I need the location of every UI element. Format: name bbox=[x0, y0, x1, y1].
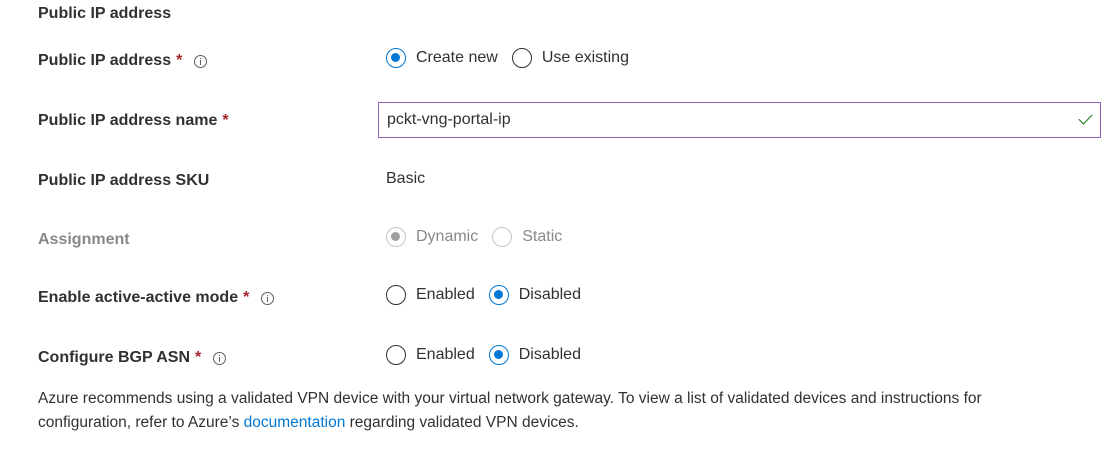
public-ip-sku-value: Basic bbox=[386, 170, 426, 187]
radio-label: Disabled bbox=[518, 286, 581, 303]
radio-static: Static bbox=[492, 227, 562, 247]
info-icon[interactable] bbox=[213, 351, 227, 365]
public-ip-sku-row: Public IP address SKU Basic bbox=[0, 168, 1104, 198]
radio-active-active-enabled[interactable]: Enabled bbox=[386, 285, 475, 305]
info-icon[interactable] bbox=[194, 54, 208, 68]
assignment-label: Assignment bbox=[38, 231, 130, 248]
radio-label: Static bbox=[522, 228, 563, 245]
required-mark: * bbox=[195, 349, 202, 366]
radio-selected-icon bbox=[386, 48, 406, 68]
active-active-radio-group: Enabled Disabled bbox=[386, 285, 595, 305]
assignment-row: Assignment Dynamic Static bbox=[0, 227, 1104, 257]
radio-unselected-icon bbox=[511, 48, 532, 68]
public-ip-label-wrap: Public IP address * bbox=[38, 52, 208, 70]
required-mark: * bbox=[176, 52, 183, 69]
valid-check-icon bbox=[1078, 110, 1093, 125]
active-active-row: Enable active-active mode * Enabled Disa… bbox=[0, 285, 1104, 315]
radio-unselected-icon bbox=[386, 285, 406, 305]
required-mark: * bbox=[222, 112, 229, 129]
public-ip-label: Public IP address bbox=[38, 52, 172, 69]
public-ip-row: Public IP address * Create new Use exist… bbox=[0, 48, 1104, 78]
radio-create-new[interactable]: Create new bbox=[386, 48, 498, 68]
public-ip-name-label-wrap: Public IP address name * bbox=[38, 112, 229, 130]
radio-selected-icon bbox=[386, 227, 406, 247]
vpn-device-note: Azure recommends using a validated VPN d… bbox=[38, 387, 1078, 435]
radio-unselected-icon bbox=[492, 227, 513, 247]
public-ip-name-label: Public IP address name bbox=[38, 112, 218, 129]
assignment-radio-group: Dynamic Static bbox=[386, 227, 576, 247]
radio-use-existing[interactable]: Use existing bbox=[511, 48, 629, 68]
info-icon[interactable] bbox=[261, 291, 275, 305]
radio-label: Use existing bbox=[541, 49, 629, 66]
radio-active-active-disabled[interactable]: Disabled bbox=[488, 285, 581, 305]
bgp-asn-label: Configure BGP ASN bbox=[38, 349, 191, 366]
radio-dynamic: Dynamic bbox=[386, 227, 478, 247]
radio-label: Enabled bbox=[416, 346, 475, 363]
radio-selected-icon bbox=[488, 345, 509, 365]
radio-bgp-enabled[interactable]: Enabled bbox=[386, 345, 475, 365]
active-active-label: Enable active-active mode bbox=[38, 289, 239, 306]
public-ip-name-field[interactable] bbox=[378, 102, 1101, 138]
public-ip-sku-label: Public IP address SKU bbox=[38, 172, 210, 189]
radio-label: Create new bbox=[416, 49, 498, 66]
active-active-label-wrap: Enable active-active mode * bbox=[38, 289, 275, 307]
note-text-after: regarding validated VPN devices. bbox=[345, 414, 579, 431]
radio-label: Disabled bbox=[518, 346, 581, 363]
radio-label: Enabled bbox=[416, 286, 475, 303]
radio-label: Dynamic bbox=[416, 228, 479, 245]
section-title: Public IP address bbox=[38, 5, 172, 22]
bgp-asn-label-wrap: Configure BGP ASN * bbox=[38, 349, 227, 367]
bgp-asn-row: Configure BGP ASN * Enabled Disabled bbox=[0, 345, 1104, 375]
bgp-asn-radio-group: Enabled Disabled bbox=[386, 345, 595, 365]
radio-unselected-icon bbox=[386, 345, 406, 365]
public-ip-name-input[interactable] bbox=[387, 109, 1047, 131]
documentation-link[interactable]: documentation bbox=[244, 414, 346, 431]
radio-bgp-disabled[interactable]: Disabled bbox=[488, 345, 581, 365]
radio-selected-icon bbox=[488, 285, 509, 305]
public-ip-radio-group: Create new Use existing bbox=[386, 48, 643, 68]
required-mark: * bbox=[243, 289, 250, 306]
